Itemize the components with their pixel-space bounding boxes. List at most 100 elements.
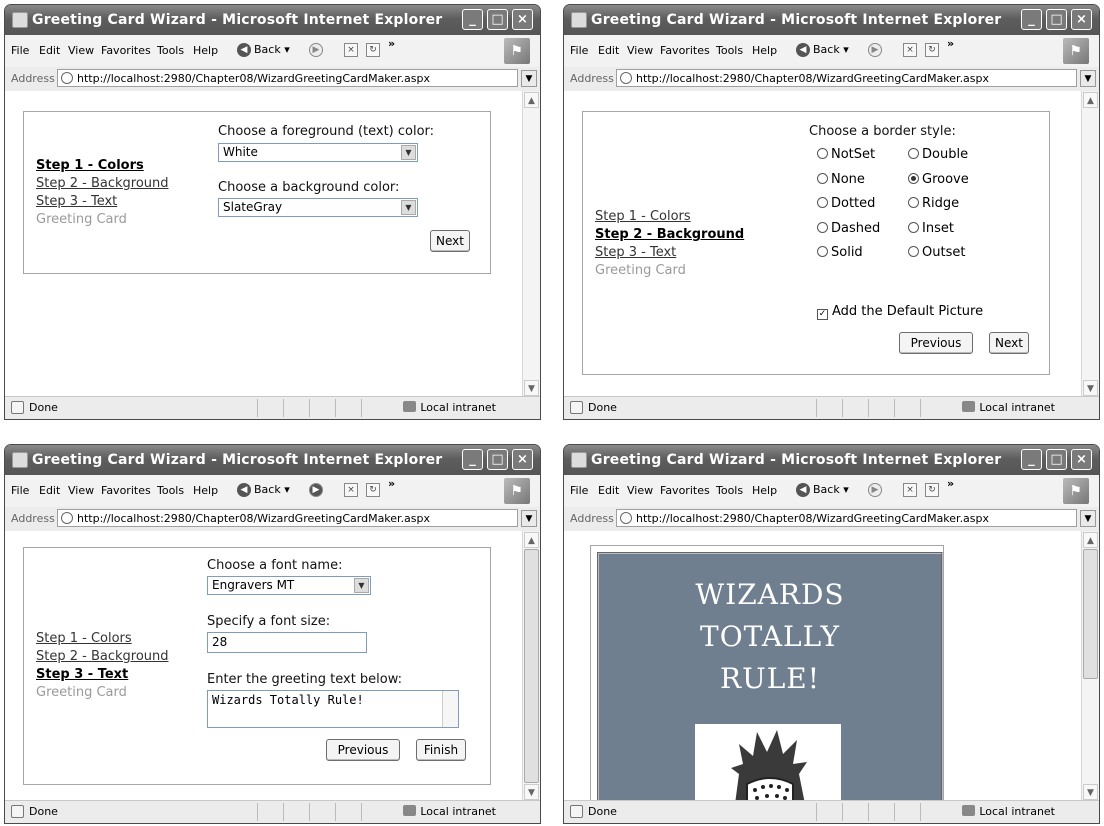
- address-dropdown-icon[interactable]: ▼: [1080, 510, 1096, 527]
- minimize-button[interactable]: _: [1021, 449, 1042, 470]
- step-link-text[interactable]: Step 3 - Text: [36, 666, 169, 684]
- radio-notset[interactable]: NotSet: [817, 147, 875, 162]
- greeting-text-area[interactable]: Wizards Totally Rule!: [207, 690, 459, 728]
- foreground-color-select[interactable]: White ▼: [218, 143, 418, 162]
- close-button[interactable]: ×: [512, 449, 533, 470]
- step-link-background[interactable]: Step 2 - Background: [36, 648, 169, 666]
- refresh-icon[interactable]: ↻: [366, 43, 380, 57]
- previous-button[interactable]: Previous: [899, 332, 973, 354]
- refresh-icon[interactable]: ↻: [366, 483, 380, 497]
- minimize-button[interactable]: _: [462, 449, 483, 470]
- step-link-colors[interactable]: Step 1 - Colors: [36, 630, 169, 648]
- menu-view[interactable]: View: [68, 44, 94, 57]
- default-picture-checkbox[interactable]: ✓ Add the Default Picture: [817, 304, 983, 320]
- menu-tools[interactable]: Tools: [716, 44, 743, 57]
- chevron-more-icon[interactable]: »: [947, 477, 954, 490]
- stop-icon[interactable]: ×: [344, 483, 358, 497]
- menu-favorites[interactable]: Favorites: [101, 484, 151, 497]
- maximize-button[interactable]: □: [1046, 449, 1067, 470]
- menu-help[interactable]: Help: [193, 44, 218, 57]
- refresh-icon[interactable]: ↻: [925, 43, 939, 57]
- next-button[interactable]: Next: [989, 332, 1029, 354]
- menu-help[interactable]: Help: [752, 484, 777, 497]
- maximize-button[interactable]: □: [487, 9, 508, 30]
- menu-file[interactable]: File: [11, 484, 29, 497]
- next-button[interactable]: Next: [430, 230, 470, 252]
- vertical-scrollbar[interactable]: ▲ ▼: [1081, 91, 1099, 397]
- stop-icon[interactable]: ×: [903, 43, 917, 57]
- title-bar[interactable]: Greeting Card Wizard - Microsoft Interne…: [564, 445, 1099, 475]
- textarea-scrollbar[interactable]: [442, 691, 458, 727]
- radio-double[interactable]: Double: [908, 147, 968, 162]
- menu-tools[interactable]: Tools: [157, 484, 184, 497]
- close-button[interactable]: ×: [1071, 449, 1092, 470]
- forward-icon[interactable]: ▶: [309, 43, 323, 57]
- address-input[interactable]: http://localhost:2980/Chapter08/WizardGr…: [616, 69, 1077, 87]
- step-link-background[interactable]: Step 2 - Background: [595, 226, 744, 244]
- menu-file[interactable]: File: [570, 484, 588, 497]
- back-button[interactable]: ◀ Back ▾: [796, 43, 849, 57]
- vertical-scrollbar[interactable]: ▲ ▼: [522, 531, 540, 801]
- address-dropdown-icon[interactable]: ▼: [521, 510, 537, 527]
- close-button[interactable]: ×: [512, 9, 533, 30]
- back-button[interactable]: ◀ Back ▾: [796, 483, 849, 497]
- menu-tools[interactable]: Tools: [716, 484, 743, 497]
- chevron-more-icon[interactable]: »: [388, 37, 395, 50]
- step-link-colors[interactable]: Step 1 - Colors: [595, 208, 744, 226]
- menu-tools[interactable]: Tools: [157, 44, 184, 57]
- radio-inset[interactable]: Inset: [908, 221, 954, 236]
- radio-solid[interactable]: Solid: [817, 245, 863, 260]
- scroll-up-icon[interactable]: ▲: [1083, 92, 1098, 108]
- stop-icon[interactable]: ×: [344, 43, 358, 57]
- minimize-button[interactable]: _: [1021, 9, 1042, 30]
- forward-icon[interactable]: ▶: [309, 483, 323, 497]
- back-button[interactable]: ◀ Back ▾: [237, 483, 290, 497]
- menu-help[interactable]: Help: [752, 44, 777, 57]
- address-input[interactable]: http://localhost:2980/Chapter08/WizardGr…: [57, 509, 518, 527]
- menu-edit[interactable]: Edit: [598, 44, 619, 57]
- font-name-select[interactable]: Engravers MT ▼: [207, 576, 371, 595]
- scroll-down-icon[interactable]: ▼: [524, 784, 539, 800]
- step-link-text[interactable]: Step 3 - Text: [595, 244, 744, 262]
- chevron-more-icon[interactable]: »: [947, 37, 954, 50]
- scroll-up-icon[interactable]: ▲: [1083, 532, 1098, 548]
- radio-outset[interactable]: Outset: [908, 245, 965, 260]
- maximize-button[interactable]: □: [1046, 9, 1067, 30]
- menu-file[interactable]: File: [570, 44, 588, 57]
- radio-none[interactable]: None: [817, 172, 865, 187]
- vertical-scrollbar[interactable]: ▲ ▼: [522, 91, 540, 397]
- menu-favorites[interactable]: Favorites: [660, 484, 710, 497]
- forward-icon[interactable]: ▶: [868, 483, 882, 497]
- title-bar[interactable]: Greeting Card Wizard - Microsoft Interne…: [564, 5, 1099, 35]
- step-link-text[interactable]: Step 3 - Text: [36, 193, 169, 211]
- step-link-colors[interactable]: Step 1 - Colors: [36, 157, 169, 175]
- vertical-scrollbar[interactable]: ▲ ▼: [1081, 531, 1099, 801]
- chevron-more-icon[interactable]: »: [388, 477, 395, 490]
- address-input[interactable]: http://localhost:2980/Chapter08/WizardGr…: [616, 509, 1077, 527]
- scroll-thumb[interactable]: [524, 549, 539, 783]
- scroll-up-icon[interactable]: ▲: [524, 92, 539, 108]
- refresh-icon[interactable]: ↻: [925, 483, 939, 497]
- title-bar[interactable]: Greeting Card Wizard - Microsoft Interne…: [5, 445, 540, 475]
- finish-button[interactable]: Finish: [416, 739, 466, 761]
- scroll-down-icon[interactable]: ▼: [1083, 380, 1098, 396]
- previous-button[interactable]: Previous: [326, 739, 400, 761]
- menu-edit[interactable]: Edit: [598, 484, 619, 497]
- stop-icon[interactable]: ×: [903, 483, 917, 497]
- menu-favorites[interactable]: Favorites: [660, 44, 710, 57]
- title-bar[interactable]: Greeting Card Wizard - Microsoft Interne…: [5, 5, 540, 35]
- menu-edit[interactable]: Edit: [39, 44, 60, 57]
- menu-favorites[interactable]: Favorites: [101, 44, 151, 57]
- menu-edit[interactable]: Edit: [39, 484, 60, 497]
- maximize-button[interactable]: □: [487, 449, 508, 470]
- address-dropdown-icon[interactable]: ▼: [1080, 70, 1096, 87]
- menu-view[interactable]: View: [627, 44, 653, 57]
- menu-help[interactable]: Help: [193, 484, 218, 497]
- background-color-select[interactable]: SlateGray ▼: [218, 198, 418, 217]
- address-dropdown-icon[interactable]: ▼: [521, 70, 537, 87]
- radio-ridge[interactable]: Ridge: [908, 196, 959, 211]
- radio-groove[interactable]: Groove: [908, 172, 969, 187]
- minimize-button[interactable]: _: [462, 9, 483, 30]
- radio-dashed[interactable]: Dashed: [817, 221, 880, 236]
- scroll-up-icon[interactable]: ▲: [524, 532, 539, 548]
